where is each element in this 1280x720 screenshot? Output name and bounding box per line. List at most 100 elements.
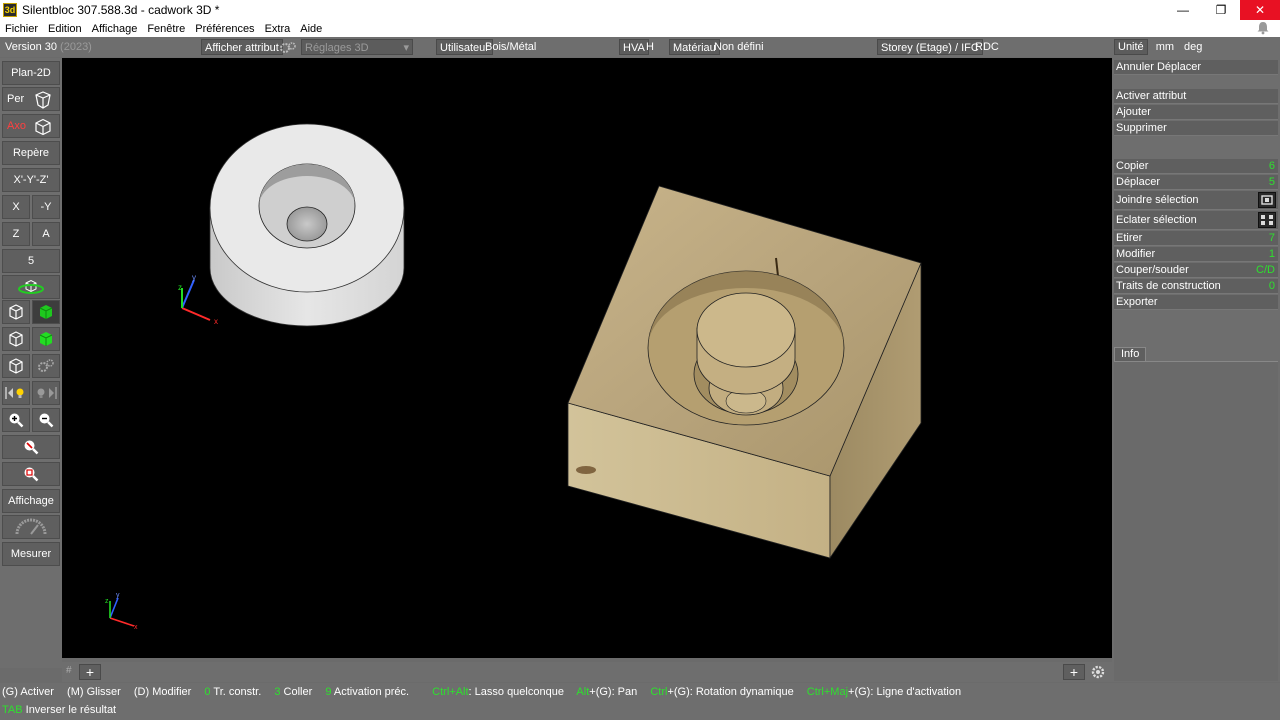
zoom-out-button[interactable] bbox=[32, 408, 60, 432]
zoom-in-icon bbox=[9, 413, 24, 428]
afficher-attribut-button[interactable]: Afficher attribut bbox=[201, 39, 283, 55]
materiau-value: Non défini bbox=[714, 41, 764, 53]
wood-block-part[interactable] bbox=[567, 185, 922, 560]
light-bulb-next-icon bbox=[37, 387, 57, 399]
settings-gears-icon[interactable] bbox=[279, 40, 297, 56]
perspective-cube-icon bbox=[35, 91, 51, 109]
menu-preferences[interactable]: Préférences bbox=[190, 23, 259, 35]
gear-icon[interactable] bbox=[1089, 664, 1107, 680]
hint-tr-constr: 0 Tr. constr. bbox=[204, 686, 262, 698]
menu-aide[interactable]: Aide bbox=[295, 23, 327, 35]
affichage-button[interactable]: Affichage bbox=[2, 489, 60, 513]
restore-button[interactable]: ❐ bbox=[1202, 0, 1240, 20]
light-next-button[interactable] bbox=[32, 381, 60, 405]
rotate-view-button[interactable] bbox=[2, 275, 60, 299]
menu-extra[interactable]: Extra bbox=[260, 23, 296, 35]
rotate-cube-icon bbox=[18, 279, 44, 294]
menu-affichage[interactable]: Affichage bbox=[87, 23, 143, 35]
unit-angle: deg bbox=[1184, 41, 1203, 53]
annuler-deplacer-button[interactable]: Annuler Déplacer bbox=[1114, 60, 1278, 75]
xyz-button[interactable]: X'-Y'-Z' bbox=[2, 168, 60, 192]
zoom-all-icon bbox=[24, 467, 39, 482]
ajouter-button[interactable]: Ajouter bbox=[1114, 105, 1278, 120]
hidden-lines-button[interactable] bbox=[2, 327, 30, 351]
scene-canvas: x y z x y z bbox=[105, 123, 922, 631]
protractor-button[interactable] bbox=[2, 515, 60, 539]
add-right-button[interactable]: + bbox=[1063, 664, 1085, 680]
axis-x-label: x bbox=[214, 317, 218, 326]
hva-button[interactable]: HVA bbox=[619, 39, 649, 55]
exporter-button[interactable]: Exporter bbox=[1114, 295, 1278, 310]
wireframe-button[interactable] bbox=[2, 300, 30, 324]
tab-key-hint: TAB bbox=[2, 704, 23, 716]
3d-viewport[interactable]: x y z x y z bbox=[62, 58, 1112, 658]
menu-edition[interactable]: Edition bbox=[43, 23, 87, 35]
view-z-button[interactable]: Z bbox=[2, 222, 30, 246]
view-5-button[interactable]: 5 bbox=[2, 249, 60, 273]
unit-length: mm bbox=[1155, 41, 1175, 53]
units-header: Unité mm deg bbox=[1112, 37, 1280, 57]
chevron-down-icon: ▾ bbox=[403, 42, 409, 54]
global-axis-indicator: x y z bbox=[105, 592, 138, 631]
etirer-button[interactable]: Etirer 7 bbox=[1114, 231, 1278, 246]
light-bulb-prev-icon bbox=[5, 387, 24, 399]
inverser-hint: Inverser le résultat bbox=[22, 704, 117, 716]
menu-fenetre[interactable]: Fenêtre bbox=[142, 23, 190, 35]
eclater-selection-button[interactable]: Eclater sélection bbox=[1114, 211, 1278, 230]
repere-button[interactable]: Repère bbox=[2, 141, 60, 165]
activer-attribut-button[interactable]: Activer attribut bbox=[1114, 89, 1278, 104]
render-button[interactable] bbox=[2, 354, 30, 378]
render-settings-button[interactable] bbox=[32, 354, 60, 378]
copier-button[interactable]: Copier 6 bbox=[1114, 159, 1278, 174]
zoom-in-button[interactable] bbox=[2, 408, 30, 432]
deplacer-shortcut: 5 bbox=[1268, 176, 1275, 188]
mesurer-button[interactable]: Mesurer bbox=[2, 542, 60, 566]
light-prev-button[interactable] bbox=[2, 381, 30, 405]
left-panel: Plan-2D Per Axo Repère X'-Y'-Z' X -Y Z A… bbox=[0, 58, 62, 668]
zoom-window-icon bbox=[24, 440, 39, 455]
global-axis-y-label: y bbox=[116, 592, 120, 599]
view-x-button[interactable]: X bbox=[2, 195, 30, 219]
right-panel: Unité mm deg Annuler Déplacer Activer at… bbox=[1112, 37, 1280, 682]
copier-shortcut: 6 bbox=[1268, 160, 1275, 172]
traits-construction-button[interactable]: Traits de construction 0 bbox=[1114, 279, 1278, 294]
deplacer-button[interactable]: Déplacer 5 bbox=[1114, 175, 1278, 190]
app-icon: 3d bbox=[3, 3, 17, 17]
supprimer-button[interactable]: Supprimer bbox=[1114, 121, 1278, 136]
perspective-button[interactable]: Per bbox=[2, 87, 60, 111]
window-title: Silentbloc 307.588.3d - cadwork 3D * bbox=[22, 3, 220, 17]
top-toolbar: Version 30 (2023) Afficher attribut Régl… bbox=[0, 37, 1280, 57]
cylinder-part[interactable] bbox=[209, 123, 405, 327]
modifier-shortcut: 1 bbox=[1268, 248, 1275, 260]
view-a-button[interactable]: A bbox=[32, 222, 60, 246]
joindre-selection-button[interactable]: Joindre sélection bbox=[1114, 191, 1278, 210]
shaded-green-button[interactable] bbox=[32, 327, 60, 351]
storey-button[interactable]: Storey (Etage) / IFC bbox=[877, 39, 983, 55]
materiau-button[interactable]: Matériau bbox=[669, 39, 720, 55]
bell-icon[interactable] bbox=[1256, 21, 1270, 35]
protractor-icon bbox=[15, 518, 47, 535]
hint-activer: (G) Activer bbox=[2, 686, 54, 698]
zoom-window-button[interactable] bbox=[2, 435, 60, 459]
hva-value: H bbox=[646, 41, 654, 53]
reglages-3d-select[interactable]: Réglages 3D ▾ bbox=[301, 39, 413, 55]
couper-souder-button[interactable]: Couper/souder C/D bbox=[1114, 263, 1278, 278]
menu-fichier[interactable]: Fichier bbox=[0, 23, 43, 35]
unit-button[interactable]: Unité bbox=[1114, 39, 1148, 55]
solid-green-button[interactable] bbox=[32, 300, 60, 324]
axo-button[interactable]: Axo bbox=[2, 114, 60, 138]
menu-bar: Fichier Edition Affichage Fenêtre Préfér… bbox=[0, 20, 1280, 37]
modifier-button[interactable]: Modifier 1 bbox=[1114, 247, 1278, 262]
plan-2d-button[interactable]: Plan-2D bbox=[2, 61, 60, 85]
add-view-button[interactable]: + bbox=[79, 664, 101, 680]
hint-pan: Alt+(G): Pan bbox=[576, 686, 638, 698]
minimize-button[interactable]: — bbox=[1164, 0, 1202, 20]
status-bar: (G) Activer (M) Glisser (D) Modifier 0 T… bbox=[0, 683, 1280, 720]
info-tab[interactable]: Info bbox=[1114, 347, 1147, 361]
close-button[interactable]: ✕ bbox=[1240, 0, 1280, 20]
join-selection-icon bbox=[1258, 192, 1276, 208]
version-label: Version 30 (2023) bbox=[5, 41, 92, 53]
zoom-all-button[interactable] bbox=[2, 462, 60, 486]
explode-selection-icon bbox=[1258, 212, 1276, 228]
view-minus-y-button[interactable]: -Y bbox=[32, 195, 60, 219]
